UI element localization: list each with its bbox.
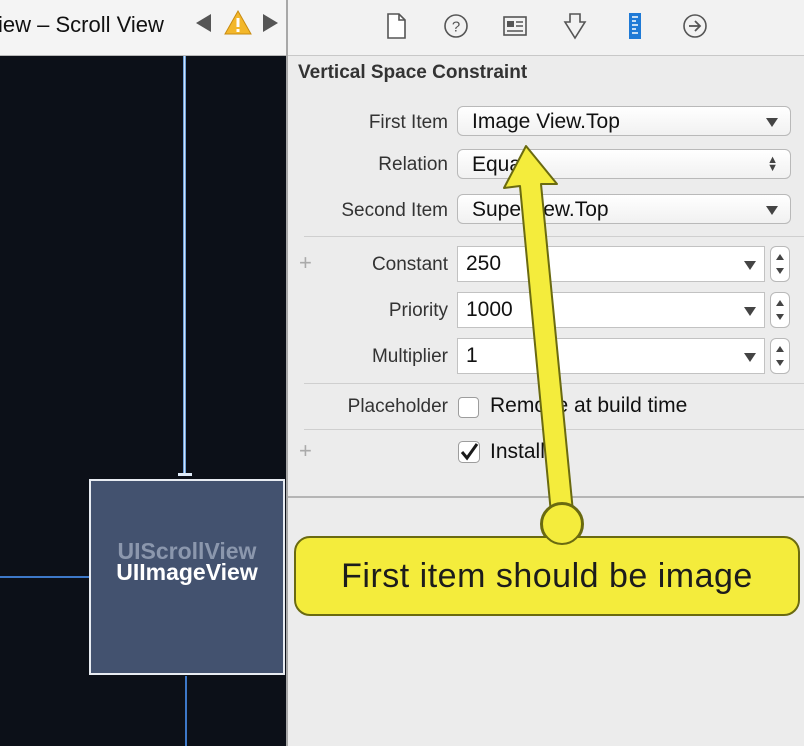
callout-connector-dot [541,503,583,545]
annotation-callout: First item should be image [294,536,800,616]
annotation-text: First item should be image [341,557,753,595]
annotation-arrow [503,145,584,546]
